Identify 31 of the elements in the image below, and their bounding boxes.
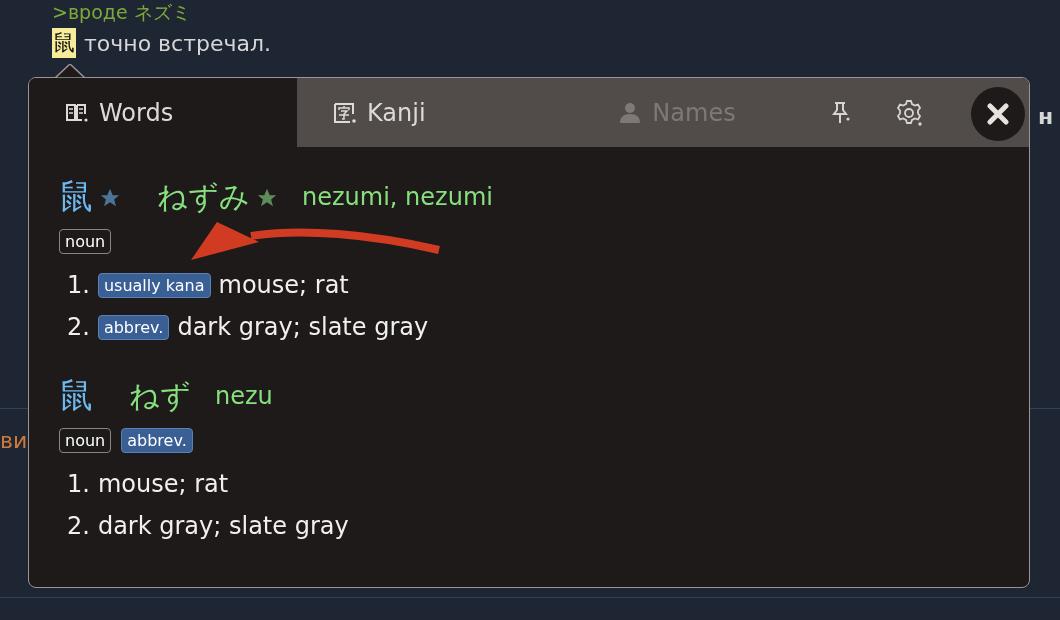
highlighted-word: 鼠 <box>52 28 76 58</box>
sense-text: dark gray; slate gray <box>97 512 349 540</box>
kanji-headword: 鼠 <box>59 175 93 218</box>
tag: abbrev. <box>121 428 193 453</box>
tag: abbrev. <box>97 314 170 340</box>
tag: noun <box>59 428 112 453</box>
sense-text: dark gray; slate gray <box>177 313 429 341</box>
close-icon <box>987 103 1009 125</box>
kanji-headword: 鼠 <box>59 374 93 417</box>
sense-number: 1. <box>67 470 90 498</box>
popup-tab[interactable]: Words <box>29 78 297 147</box>
romaji-reading: nezumi, nezumi <box>302 183 493 211</box>
chat-text: н <box>1038 104 1054 129</box>
chat-text: ви <box>0 428 28 453</box>
book-icon <box>65 101 89 124</box>
sense-text: mouse; rat <box>97 470 229 498</box>
pin-icon[interactable] <box>831 100 851 125</box>
kana-reading: ねずみ <box>157 177 250 216</box>
kanji-icon <box>333 100 357 125</box>
chat-text: точно встречал. <box>84 30 272 56</box>
sense-text: mouse; rat <box>218 271 349 299</box>
sense-number: 1. <box>67 271 90 299</box>
sense-number: 2. <box>67 313 90 341</box>
quote-text: >вроде ネズミ <box>52 0 192 24</box>
tag: noun <box>59 229 112 254</box>
kana-reading: ねず <box>129 376 191 415</box>
tag: usually kana <box>97 272 211 298</box>
settings-icon[interactable] <box>895 98 923 127</box>
person-icon <box>618 100 643 125</box>
romaji-reading: nezu <box>215 382 273 410</box>
sense-number: 2. <box>67 512 90 540</box>
